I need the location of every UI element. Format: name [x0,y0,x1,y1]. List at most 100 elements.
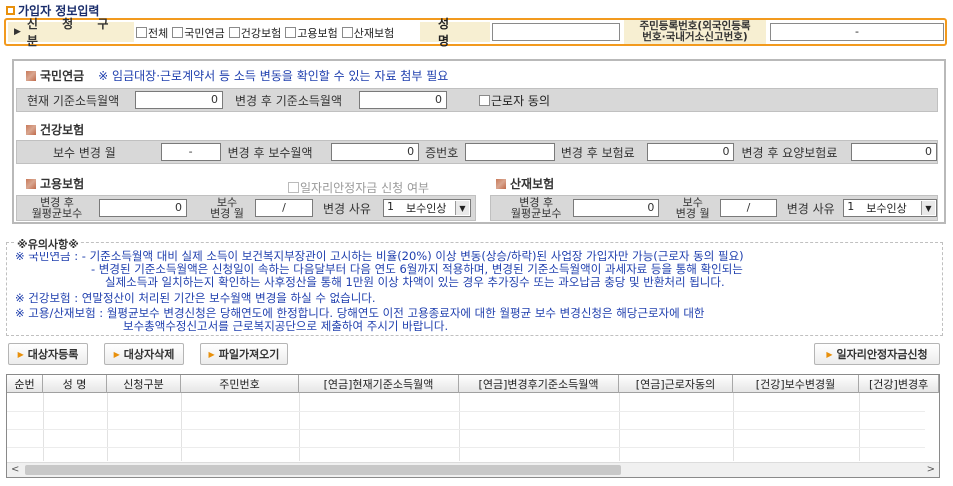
health-cert-label: 증번호 [425,145,459,160]
employment-reason-select[interactable]: 1 보수인상 ▼ [383,199,471,217]
checkbox-all-box[interactable] [136,27,147,38]
job-security-apply-button[interactable]: ▶ 일자리안정자금신청 [814,343,940,365]
grid-col-line [299,393,300,461]
checkbox-employment-label: 고용보험 [297,26,338,40]
arrow-right-icon: ▶ [14,27,21,37]
checkbox-accident[interactable]: 산재보험 [341,25,394,41]
accident-avg-label: 변경 후 월평균보수 [505,197,567,219]
pension-current-income-input[interactable]: 0 [135,91,223,109]
grid-col-line [107,393,108,461]
health-section-header: 건강보험 [26,121,84,138]
checkbox-pension-label: 국민연금 [184,26,225,40]
chevron-left-icon[interactable]: < [11,464,19,475]
apply-type-label: 신 청 구 분 [26,17,119,48]
accident-reason-select[interactable]: 1 보수인상 ▼ [843,199,937,217]
insurance-detail-panel: 국민연금 ※ 임금대장·근로계약서 등 소득 변동을 확인할 수 있는 자료 첨… [12,59,946,224]
grid-col-line [181,393,182,461]
accident-avg-input[interactable]: 0 [573,199,660,217]
health-new-wage-input[interactable]: 0 [331,143,420,161]
delete-subject-label: 대상자삭제 [123,348,175,361]
grid-col-pension-consent[interactable]: [연금]근로자동의 [619,375,733,393]
checkbox-all-label: 전체 [148,26,169,40]
job-security-apply-label: 일자리안정자금신청 [836,348,928,361]
grid-col-line [619,393,620,461]
health-new-premium-input[interactable]: 0 [646,143,735,161]
employment-avg-label-2: 월평균보수 [31,207,83,220]
arrow-right-icon: ▶ [826,349,833,359]
accident-reason-text: 보수인상 [866,202,907,215]
chevron-right-icon[interactable]: > [927,464,935,475]
health-change-month-label: 보수 변경 월 [53,145,116,160]
grid-col-line [733,393,734,461]
grid-col-rrn[interactable]: 주민번호 [181,375,299,393]
accident-month-input[interactable]: / [720,199,777,217]
health-title: 건강보험 [40,123,85,137]
pension-row: 현재 기준소득월액 0 변경 후 기준소득월액 0 근로자 동의 [16,88,938,112]
section-square-icon [26,178,36,189]
arrow-right-icon: ▶ [113,349,120,359]
employment-avg-input[interactable]: 0 [99,199,187,217]
pension-note: ※ 임금대장·근로계약서 등 소득 변동을 확인할 수 있는 자료 첨부 필요 [98,69,449,83]
grid-col-pension-current[interactable]: [연금]현재기준소득월액 [299,375,459,393]
job-security-checkbox[interactable]: 일자리안정자금 신청 여부 [288,179,429,196]
title-bullet-icon [6,5,15,15]
grid-col-seq[interactable]: 순번 [7,375,43,393]
grid-col-line [43,393,44,461]
grid-col-name[interactable]: 성 명 [43,375,107,393]
scrollbar-thumb[interactable] [25,465,621,475]
notice-line: 실제소득과 일치하는지 확인하는 사후정산을 통해 1만원 이상 차액이 있는 … [105,275,725,289]
grid-col-apply-type[interactable]: 신청구분 [107,375,181,393]
health-new-care-label: 변경 후 요양보험료 [741,145,838,160]
notice-line: ※ 건강보험 : 연말정산이 처리된 기간은 보수월액 변경을 하실 수 없습니… [15,291,376,305]
grid-col-health-month[interactable]: [건강]보수변경월 [733,375,859,393]
grid-col-line [859,393,860,461]
checkbox-employment[interactable]: 고용보험 [285,25,338,41]
checkbox-all[interactable]: 전체 [136,25,168,41]
grid-horizontal-scrollbar[interactable]: < > [7,462,939,477]
employment-month-input[interactable]: / [255,199,313,217]
add-subject-button[interactable]: ▶ 대상자등록 [8,343,88,365]
section-square-icon [26,70,36,81]
health-cert-input[interactable] [465,143,555,161]
chevron-down-icon[interactable]: ▼ [920,201,935,215]
pension-new-income-input[interactable]: 0 [359,91,447,109]
health-new-care-input[interactable]: 0 [851,143,937,161]
add-subject-label: 대상자등록 [27,348,79,361]
grid-col-pension-new[interactable]: [연금]변경후기준소득월액 [459,375,619,393]
rrn-input[interactable]: - [770,23,944,41]
employment-section-header: 고용보험 [26,175,84,192]
apply-type-checkboxes: 전체 국민연금 건강보험 고용보험 산재보험 [136,23,394,42]
notice-line: 보수총액수정신고서를 근로복지공단으로 제출하여 주시기 바랍니다. [123,319,449,333]
accident-row: 변경 후 월평균보수 0 보수 변경 월 / 변경 사유 1 보수인상 ▼ [490,195,938,221]
checkbox-pension-box[interactable] [172,27,184,38]
pension-title: 국민연금 [40,69,85,83]
grid-header: 순번 성 명 신청구분 주민번호 [연금]현재기준소득월액 [연금]변경후기준소… [7,375,939,393]
pension-consent-box[interactable] [479,94,490,106]
delete-subject-button[interactable]: ▶ 대상자삭제 [104,343,184,365]
accident-reason-code: 1 [847,200,855,213]
rrn-label-line2: 번호·국내거소신고번호) [642,31,748,43]
chevron-down-icon[interactable]: ▼ [455,201,469,215]
section-square-icon [26,124,36,135]
job-security-box[interactable] [288,182,299,193]
name-input[interactable] [492,23,620,41]
accident-title: 산재보험 [510,177,555,191]
checkbox-employment-box[interactable] [285,27,297,38]
checkbox-health-box[interactable] [228,27,240,38]
grid-row-line [7,447,925,448]
checkbox-accident-box[interactable] [341,27,353,38]
notice-title: ※유의사항※ [16,236,80,252]
grid-row-line [7,429,925,430]
checkbox-pension[interactable]: 국민연금 [172,25,225,41]
arrow-right-icon: ▶ [208,349,215,359]
checkbox-health[interactable]: 건강보험 [228,25,281,41]
import-file-button[interactable]: ▶ 파일가져오기 [200,343,288,365]
employment-month-label-2: 변경 월 [210,207,244,220]
accident-reason-label: 변경 사유 [786,201,835,216]
health-change-month-input[interactable]: - [160,143,221,161]
job-security-label: 일자리안정자금 신청 여부 [300,181,430,195]
pension-consent-checkbox[interactable]: 근로자 동의 [479,92,550,109]
employment-reason-label: 변경 사유 [323,201,371,216]
employment-avg-label: 변경 후 월평균보수 [25,197,89,219]
grid-col-health-new[interactable]: [건강]변경후 [859,375,939,393]
